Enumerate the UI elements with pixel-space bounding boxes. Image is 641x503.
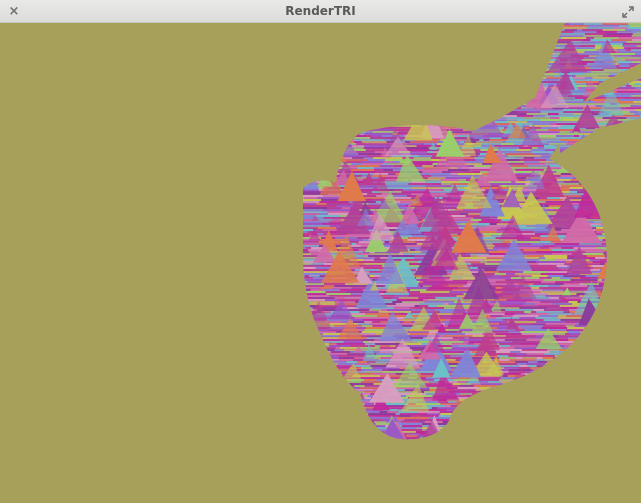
window-title: RenderTRI (285, 4, 356, 18)
mesh-surface (303, 23, 641, 440)
maximize-icon[interactable] (621, 4, 635, 18)
render-viewport[interactable] (0, 23, 641, 503)
title-bar[interactable]: × RenderTRI (0, 0, 641, 23)
rendered-mesh (303, 23, 641, 440)
app-window: × RenderTRI (0, 0, 641, 503)
